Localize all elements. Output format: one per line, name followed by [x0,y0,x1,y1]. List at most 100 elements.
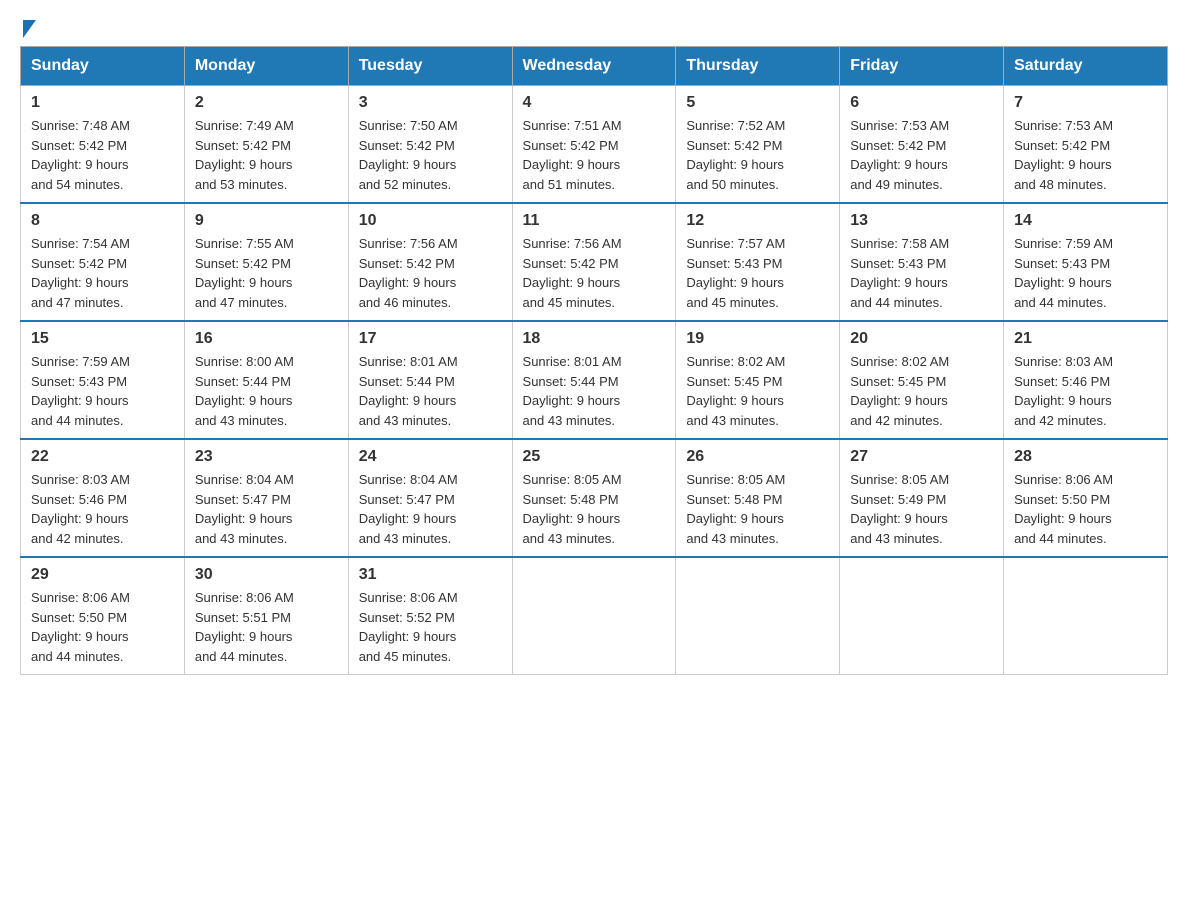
day-info: Sunrise: 8:02 AM Sunset: 5:45 PM Dayligh… [850,352,993,430]
day-info: Sunrise: 8:04 AM Sunset: 5:47 PM Dayligh… [195,470,338,548]
calendar-cell: 5 Sunrise: 7:52 AM Sunset: 5:42 PM Dayli… [676,86,840,204]
day-info: Sunrise: 8:05 AM Sunset: 5:48 PM Dayligh… [523,470,666,548]
day-number: 5 [686,94,829,112]
calendar-cell [1004,557,1168,675]
calendar-cell: 1 Sunrise: 7:48 AM Sunset: 5:42 PM Dayli… [21,86,185,204]
calendar-cell: 10 Sunrise: 7:56 AM Sunset: 5:42 PM Dayl… [348,203,512,321]
day-number: 6 [850,94,993,112]
day-info: Sunrise: 8:05 AM Sunset: 5:48 PM Dayligh… [686,470,829,548]
page-header [20,20,1168,30]
day-number: 24 [359,448,502,466]
day-number: 9 [195,212,338,230]
day-info: Sunrise: 8:01 AM Sunset: 5:44 PM Dayligh… [359,352,502,430]
day-header-wednesday: Wednesday [512,47,676,86]
day-number: 14 [1014,212,1157,230]
calendar-cell: 25 Sunrise: 8:05 AM Sunset: 5:48 PM Dayl… [512,439,676,557]
calendar-cell: 24 Sunrise: 8:04 AM Sunset: 5:47 PM Dayl… [348,439,512,557]
day-info: Sunrise: 7:59 AM Sunset: 5:43 PM Dayligh… [1014,234,1157,312]
calendar-cell: 12 Sunrise: 7:57 AM Sunset: 5:43 PM Dayl… [676,203,840,321]
logo-triangle-icon [23,20,36,38]
calendar-cell: 9 Sunrise: 7:55 AM Sunset: 5:42 PM Dayli… [184,203,348,321]
day-info: Sunrise: 7:49 AM Sunset: 5:42 PM Dayligh… [195,116,338,194]
calendar-cell: 4 Sunrise: 7:51 AM Sunset: 5:42 PM Dayli… [512,86,676,204]
calendar-cell: 26 Sunrise: 8:05 AM Sunset: 5:48 PM Dayl… [676,439,840,557]
calendar-cell: 17 Sunrise: 8:01 AM Sunset: 5:44 PM Dayl… [348,321,512,439]
day-info: Sunrise: 7:52 AM Sunset: 5:42 PM Dayligh… [686,116,829,194]
day-info: Sunrise: 7:54 AM Sunset: 5:42 PM Dayligh… [31,234,174,312]
day-info: Sunrise: 7:48 AM Sunset: 5:42 PM Dayligh… [31,116,174,194]
day-info: Sunrise: 8:03 AM Sunset: 5:46 PM Dayligh… [31,470,174,548]
day-number: 1 [31,94,174,112]
calendar-cell: 23 Sunrise: 8:04 AM Sunset: 5:47 PM Dayl… [184,439,348,557]
calendar-cell: 30 Sunrise: 8:06 AM Sunset: 5:51 PM Dayl… [184,557,348,675]
day-number: 28 [1014,448,1157,466]
calendar-cell: 22 Sunrise: 8:03 AM Sunset: 5:46 PM Dayl… [21,439,185,557]
day-info: Sunrise: 8:06 AM Sunset: 5:52 PM Dayligh… [359,588,502,666]
logo [20,20,36,30]
day-number: 23 [195,448,338,466]
day-number: 17 [359,330,502,348]
calendar-cell: 15 Sunrise: 7:59 AM Sunset: 5:43 PM Dayl… [21,321,185,439]
day-number: 19 [686,330,829,348]
day-number: 10 [359,212,502,230]
calendar-cell: 8 Sunrise: 7:54 AM Sunset: 5:42 PM Dayli… [21,203,185,321]
calendar-cell: 13 Sunrise: 7:58 AM Sunset: 5:43 PM Dayl… [840,203,1004,321]
calendar-cell: 6 Sunrise: 7:53 AM Sunset: 5:42 PM Dayli… [840,86,1004,204]
day-info: Sunrise: 7:58 AM Sunset: 5:43 PM Dayligh… [850,234,993,312]
calendar-week-5: 29 Sunrise: 8:06 AM Sunset: 5:50 PM Dayl… [21,557,1168,675]
day-header-sunday: Sunday [21,47,185,86]
calendar-cell: 20 Sunrise: 8:02 AM Sunset: 5:45 PM Dayl… [840,321,1004,439]
day-info: Sunrise: 8:00 AM Sunset: 5:44 PM Dayligh… [195,352,338,430]
day-info: Sunrise: 7:53 AM Sunset: 5:42 PM Dayligh… [850,116,993,194]
day-info: Sunrise: 8:02 AM Sunset: 5:45 PM Dayligh… [686,352,829,430]
day-info: Sunrise: 8:06 AM Sunset: 5:50 PM Dayligh… [31,588,174,666]
calendar-cell [512,557,676,675]
calendar-cell: 7 Sunrise: 7:53 AM Sunset: 5:42 PM Dayli… [1004,86,1168,204]
day-number: 11 [523,212,666,230]
calendar-cell: 3 Sunrise: 7:50 AM Sunset: 5:42 PM Dayli… [348,86,512,204]
day-info: Sunrise: 7:56 AM Sunset: 5:42 PM Dayligh… [523,234,666,312]
day-info: Sunrise: 8:01 AM Sunset: 5:44 PM Dayligh… [523,352,666,430]
calendar-cell: 27 Sunrise: 8:05 AM Sunset: 5:49 PM Dayl… [840,439,1004,557]
day-number: 12 [686,212,829,230]
day-number: 20 [850,330,993,348]
day-number: 22 [31,448,174,466]
day-number: 15 [31,330,174,348]
calendar-cell: 21 Sunrise: 8:03 AM Sunset: 5:46 PM Dayl… [1004,321,1168,439]
day-number: 2 [195,94,338,112]
day-header-saturday: Saturday [1004,47,1168,86]
calendar-week-3: 15 Sunrise: 7:59 AM Sunset: 5:43 PM Dayl… [21,321,1168,439]
day-header-tuesday: Tuesday [348,47,512,86]
day-number: 21 [1014,330,1157,348]
calendar-cell: 11 Sunrise: 7:56 AM Sunset: 5:42 PM Dayl… [512,203,676,321]
day-number: 8 [31,212,174,230]
day-number: 13 [850,212,993,230]
day-number: 25 [523,448,666,466]
calendar-week-2: 8 Sunrise: 7:54 AM Sunset: 5:42 PM Dayli… [21,203,1168,321]
day-info: Sunrise: 7:53 AM Sunset: 5:42 PM Dayligh… [1014,116,1157,194]
day-header-thursday: Thursday [676,47,840,86]
calendar-cell: 14 Sunrise: 7:59 AM Sunset: 5:43 PM Dayl… [1004,203,1168,321]
day-number: 18 [523,330,666,348]
calendar-cell [840,557,1004,675]
calendar-table: SundayMondayTuesdayWednesdayThursdayFrid… [20,46,1168,675]
calendar-cell: 16 Sunrise: 8:00 AM Sunset: 5:44 PM Dayl… [184,321,348,439]
calendar-cell [676,557,840,675]
calendar-week-4: 22 Sunrise: 8:03 AM Sunset: 5:46 PM Dayl… [21,439,1168,557]
calendar-cell: 29 Sunrise: 8:06 AM Sunset: 5:50 PM Dayl… [21,557,185,675]
day-info: Sunrise: 8:06 AM Sunset: 5:50 PM Dayligh… [1014,470,1157,548]
day-info: Sunrise: 7:51 AM Sunset: 5:42 PM Dayligh… [523,116,666,194]
calendar-header-row: SundayMondayTuesdayWednesdayThursdayFrid… [21,47,1168,86]
calendar-cell: 28 Sunrise: 8:06 AM Sunset: 5:50 PM Dayl… [1004,439,1168,557]
day-number: 4 [523,94,666,112]
day-info: Sunrise: 7:55 AM Sunset: 5:42 PM Dayligh… [195,234,338,312]
day-number: 31 [359,566,502,584]
day-info: Sunrise: 7:50 AM Sunset: 5:42 PM Dayligh… [359,116,502,194]
calendar-cell: 18 Sunrise: 8:01 AM Sunset: 5:44 PM Dayl… [512,321,676,439]
day-info: Sunrise: 7:56 AM Sunset: 5:42 PM Dayligh… [359,234,502,312]
day-info: Sunrise: 8:03 AM Sunset: 5:46 PM Dayligh… [1014,352,1157,430]
day-info: Sunrise: 8:04 AM Sunset: 5:47 PM Dayligh… [359,470,502,548]
calendar-cell: 31 Sunrise: 8:06 AM Sunset: 5:52 PM Dayl… [348,557,512,675]
day-info: Sunrise: 7:59 AM Sunset: 5:43 PM Dayligh… [31,352,174,430]
day-info: Sunrise: 8:05 AM Sunset: 5:49 PM Dayligh… [850,470,993,548]
